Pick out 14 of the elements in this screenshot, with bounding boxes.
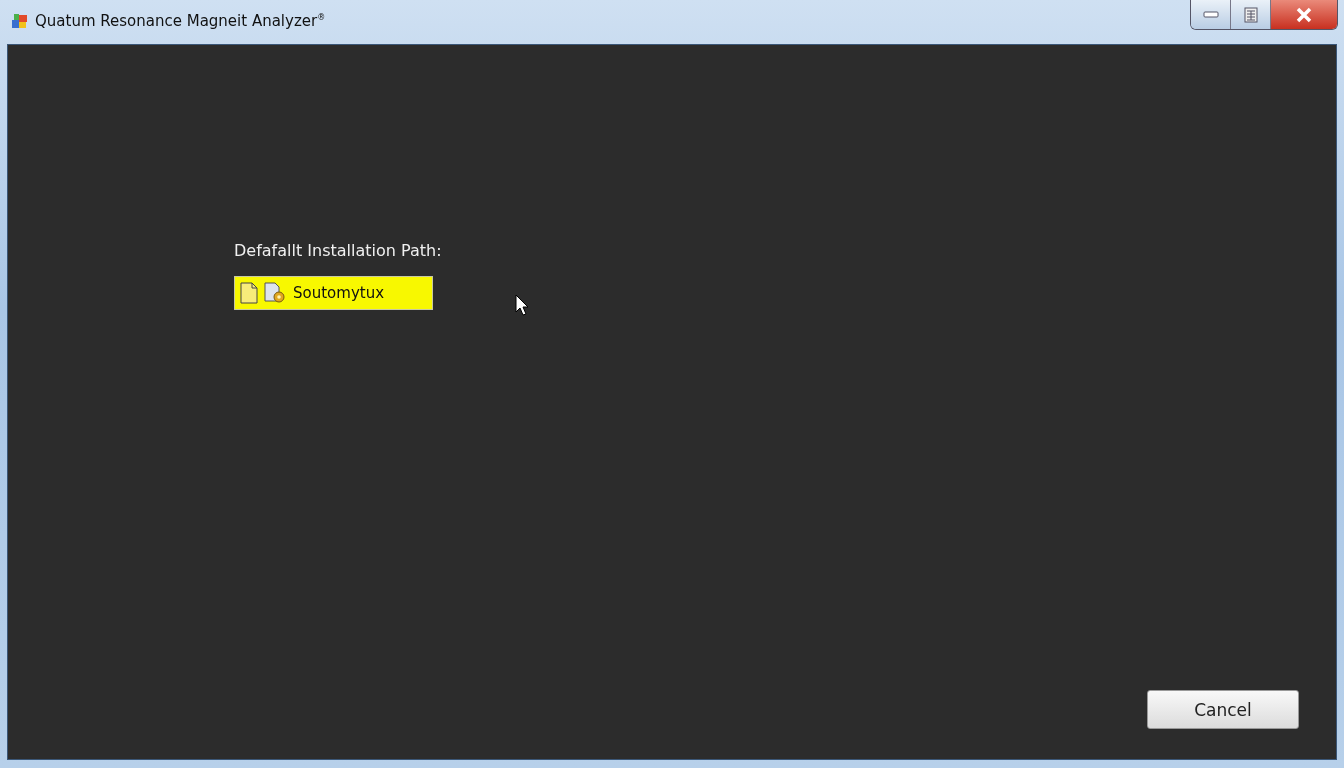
path-field[interactable]: Soutomytux (234, 276, 433, 310)
app-icon (11, 12, 29, 30)
mouse-pointer-icon (515, 294, 529, 316)
close-icon (1295, 6, 1313, 23)
minimize-button[interactable] (1191, 0, 1231, 29)
minimize-icon (1202, 10, 1219, 19)
maximize-button[interactable] (1231, 0, 1271, 29)
cancel-button[interactable]: Cancel (1147, 690, 1299, 729)
document-gear-icon (263, 281, 287, 305)
document-icon (238, 281, 260, 305)
window-title: Quatum Resonance Magneit Analyzer$^{®}$ (35, 12, 326, 30)
field-label: Defafallt Installation Path: (234, 241, 442, 260)
close-button[interactable] (1271, 0, 1337, 29)
maximize-icon (1243, 6, 1258, 23)
